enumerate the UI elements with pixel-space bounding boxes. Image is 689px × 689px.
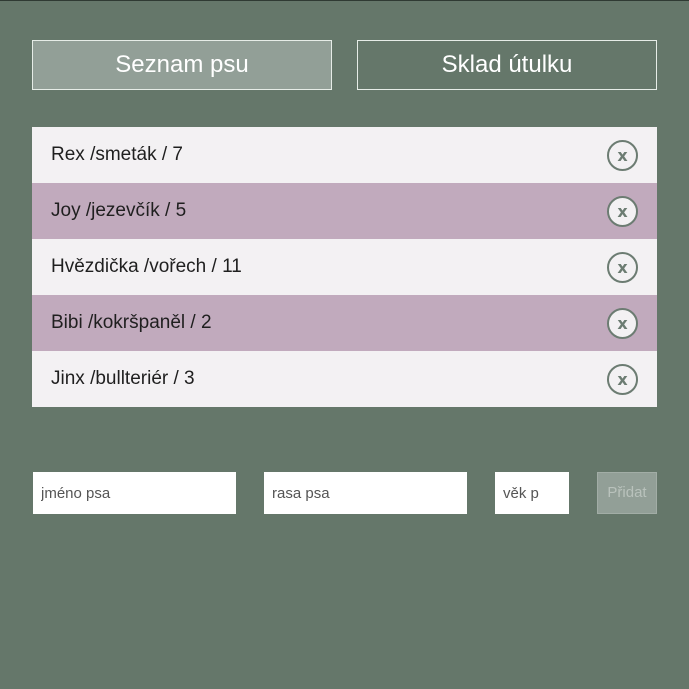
remove-dog-button[interactable]: x xyxy=(607,364,638,395)
add-dog-button[interactable]: Přidat xyxy=(597,472,657,514)
dog-list: Rex /smeták / 7 x Joy /jezevčík / 5 x Hv… xyxy=(32,127,657,407)
remove-dog-button[interactable]: x xyxy=(607,308,638,339)
dog-entry-text: Jinx /bullteriér / 3 xyxy=(51,368,195,389)
dog-list-item: Hvězdička /vořech / 11 x xyxy=(32,239,657,295)
close-circle-icon: x xyxy=(617,258,628,277)
dog-list-item: Joy /jezevčík / 5 x xyxy=(32,183,657,239)
remove-dog-button[interactable]: x xyxy=(607,196,638,227)
close-circle-icon: x xyxy=(617,370,628,389)
remove-dog-button[interactable]: x xyxy=(607,252,638,283)
tab-dog-list[interactable]: Seznam psu xyxy=(32,40,332,90)
dog-entry-text: Bibi /kokršpaněl / 2 xyxy=(51,312,212,333)
dog-age-input[interactable] xyxy=(495,472,569,514)
dog-list-item: Rex /smeták / 7 x xyxy=(32,127,657,183)
close-circle-icon: x xyxy=(617,146,628,165)
tab-bar: Seznam psu Sklad útulku xyxy=(0,0,689,100)
dog-list-item: Bibi /kokršpaněl / 2 x xyxy=(32,295,657,351)
dog-entry-text: Rex /smeták / 7 xyxy=(51,144,183,165)
close-circle-icon: x xyxy=(617,314,628,333)
remove-dog-button[interactable]: x xyxy=(607,140,638,171)
tab-shelter-storage[interactable]: Sklad útulku xyxy=(357,40,657,90)
dog-entry-text: Joy /jezevčík / 5 xyxy=(51,200,187,221)
dog-name-input[interactable] xyxy=(33,472,236,514)
dog-list-item: Jinx /bullteriér / 3 x xyxy=(32,351,657,407)
close-circle-icon: x xyxy=(617,202,628,221)
dog-entry-text: Hvězdička /vořech / 11 xyxy=(51,256,242,277)
dog-breed-input[interactable] xyxy=(264,472,467,514)
